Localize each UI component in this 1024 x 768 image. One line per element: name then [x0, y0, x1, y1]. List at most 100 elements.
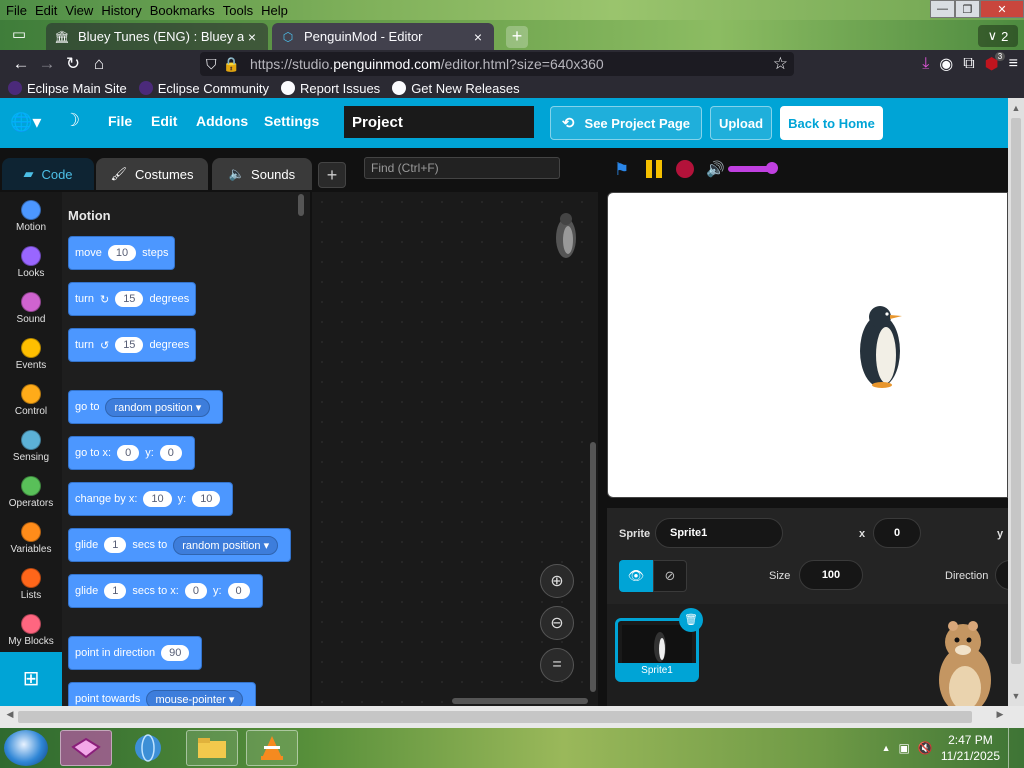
clock[interactable]: 2:47 PM 11/21/2025	[941, 732, 1000, 764]
size-input[interactable]: 100	[799, 560, 863, 590]
penguin-sprite[interactable]	[858, 303, 904, 389]
tab-bluey-tunes[interactable]: 🏛 Bluey Tunes (ENG) : Bluey and A ×	[46, 23, 268, 50]
block-input[interactable]: 15	[115, 291, 144, 307]
block-input[interactable]: 10	[143, 491, 172, 507]
bookmark-eclipse-main[interactable]: Eclipse Main Site	[8, 81, 127, 96]
downloads-icon[interactable]: ⤓	[922, 55, 929, 73]
zoom-in-icon[interactable]: ⊕	[540, 564, 574, 598]
page-vertical-scrollbar[interactable]: ▲ ▼	[1008, 98, 1024, 706]
trash-icon[interactable]: 🗑	[679, 608, 703, 632]
close-window-button[interactable]: ✕	[980, 0, 1024, 18]
block-input[interactable]: 0	[117, 445, 140, 461]
editor-menu-edit[interactable]: Edit	[151, 113, 177, 129]
block-input[interactable]: 15	[115, 337, 144, 353]
block-input[interactable]: 10	[107, 245, 137, 261]
block-dropdown[interactable]: random position ▾	[105, 397, 211, 417]
category-sensing[interactable]: Sensing	[0, 426, 62, 472]
category-sound[interactable]: Sound	[0, 288, 62, 334]
tab-overflow-button[interactable]: ∨ 2	[978, 25, 1018, 47]
new-tab-button[interactable]: +	[506, 26, 528, 48]
block-point-in-direction[interactable]: point in direction 90	[68, 636, 203, 670]
language-globe-icon[interactable]: 🌐▾	[10, 112, 41, 133]
block-input[interactable]: 90	[161, 645, 190, 661]
show-hidden-icons-icon[interactable]: ▲	[882, 743, 891, 753]
block-turn-right[interactable]: turn ↻ 15 degrees	[68, 282, 197, 316]
volume-muted-icon[interactable]: 🔇	[918, 741, 933, 755]
block-go-to-xy[interactable]: go to x: 0 y: 0	[68, 436, 195, 470]
sprite-name-input[interactable]: Sprite1	[655, 518, 783, 548]
menu-bookmarks[interactable]: Bookmarks	[150, 3, 215, 18]
app-menu-icon[interactable]: ≡	[1009, 55, 1018, 73]
block-input[interactable]: 10	[192, 491, 221, 507]
home-icon[interactable]: ⌂	[86, 51, 112, 77]
workspace-vertical-scrollbar[interactable]	[590, 442, 596, 692]
block-input[interactable]: 1	[104, 537, 127, 553]
block-input[interactable]: 0	[184, 583, 207, 599]
account-icon[interactable]: ◉	[939, 54, 953, 74]
scroll-right-icon[interactable]: ▶	[992, 709, 1008, 720]
editor-menu-file[interactable]: File	[108, 113, 132, 129]
bookmark-star-icon[interactable]: ☆	[773, 54, 788, 74]
scrollbar-thumb[interactable]	[1011, 118, 1021, 664]
category-looks[interactable]: Looks	[0, 242, 62, 288]
close-tab-icon[interactable]: ×	[244, 29, 260, 45]
list-all-tabs-icon[interactable]: ▭	[4, 25, 34, 47]
category-my-blocks[interactable]: My Blocks	[0, 610, 62, 656]
pause-icon[interactable]	[646, 160, 664, 178]
ublock-icon[interactable]: ⬢ 3	[985, 52, 1006, 74]
menu-history[interactable]: History	[101, 3, 141, 18]
palette-scrollbar[interactable]	[298, 194, 304, 216]
hide-sprite-eye-icon[interactable]: ⊘	[653, 560, 687, 592]
block-point-towards[interactable]: point towards mouse-pointer ▾	[68, 682, 257, 706]
category-motion[interactable]: Motion	[0, 196, 62, 242]
show-sprite-eye-icon[interactable]: 👁	[619, 560, 653, 592]
find-input[interactable]: Find (Ctrl+F)	[364, 157, 560, 179]
show-desktop-button[interactable]	[1008, 728, 1018, 768]
block-turn-left[interactable]: turn ↺ 15 degrees	[68, 328, 197, 362]
stop-icon[interactable]	[676, 160, 694, 178]
scrollbar-thumb[interactable]	[18, 711, 972, 723]
category-control[interactable]: Control	[0, 380, 62, 426]
add-extension-button[interactable]: ⊞	[0, 652, 62, 706]
block-dropdown[interactable]: random position ▾	[173, 535, 279, 555]
editor-menu-addons[interactable]: Addons	[196, 113, 248, 129]
tab-costumes[interactable]: 🖌 Costumes	[96, 158, 208, 190]
scroll-down-icon[interactable]: ▼	[1008, 688, 1024, 704]
theme-moon-icon[interactable]: ☽	[64, 110, 80, 131]
green-flag-icon[interactable]: ⚑	[614, 160, 629, 180]
minimize-button[interactable]: —	[930, 0, 955, 18]
bookmark-new-releases[interactable]: Get New Releases	[392, 81, 520, 96]
extensions-icon[interactable]: ⧉	[963, 55, 974, 73]
reload-icon[interactable]: ↻	[60, 51, 86, 77]
zoom-out-icon[interactable]: ⊖	[540, 606, 574, 640]
taskbar-app-icon[interactable]	[60, 730, 112, 766]
code-workspace[interactable]: ⊕ ⊖ =	[312, 192, 598, 706]
menu-edit[interactable]: Edit	[35, 3, 57, 18]
forward-icon[interactable]: →	[34, 51, 60, 77]
close-tab-icon[interactable]: ×	[470, 29, 486, 45]
block-go-to[interactable]: go to random position ▾	[68, 390, 224, 424]
category-operators[interactable]: Operators	[0, 472, 62, 518]
block-input[interactable]: 0	[159, 445, 182, 461]
page-horizontal-scrollbar[interactable]: ◀ ▶	[0, 706, 1024, 728]
project-title-input[interactable]: Project	[344, 106, 534, 138]
stage-canvas[interactable]	[607, 192, 1008, 498]
menu-help[interactable]: Help	[261, 3, 288, 18]
maximize-button[interactable]: ❐	[955, 0, 980, 18]
editor-menu-settings[interactable]: Settings	[264, 113, 319, 129]
category-events[interactable]: Events	[0, 334, 62, 380]
x-input[interactable]: 0	[873, 518, 921, 548]
category-variables[interactable]: Variables	[0, 518, 62, 564]
bookmark-eclipse-community[interactable]: Eclipse Community	[138, 81, 269, 96]
direction-input[interactable]	[995, 560, 1008, 590]
block-move-steps[interactable]: move 10 steps	[68, 236, 176, 270]
scroll-left-icon[interactable]: ◀	[2, 709, 18, 720]
tab-code[interactable]: ▰ Code	[2, 158, 94, 190]
add-tab-button[interactable]: +	[318, 162, 346, 188]
workspace-horizontal-scrollbar[interactable]	[452, 698, 588, 704]
menu-view[interactable]: View	[65, 3, 93, 18]
back-icon[interactable]: ←	[8, 51, 34, 77]
upload-button[interactable]: Upload	[710, 106, 772, 140]
block-dropdown[interactable]: mouse-pointer ▾	[146, 689, 244, 706]
zoom-reset-icon[interactable]: =	[540, 648, 574, 682]
